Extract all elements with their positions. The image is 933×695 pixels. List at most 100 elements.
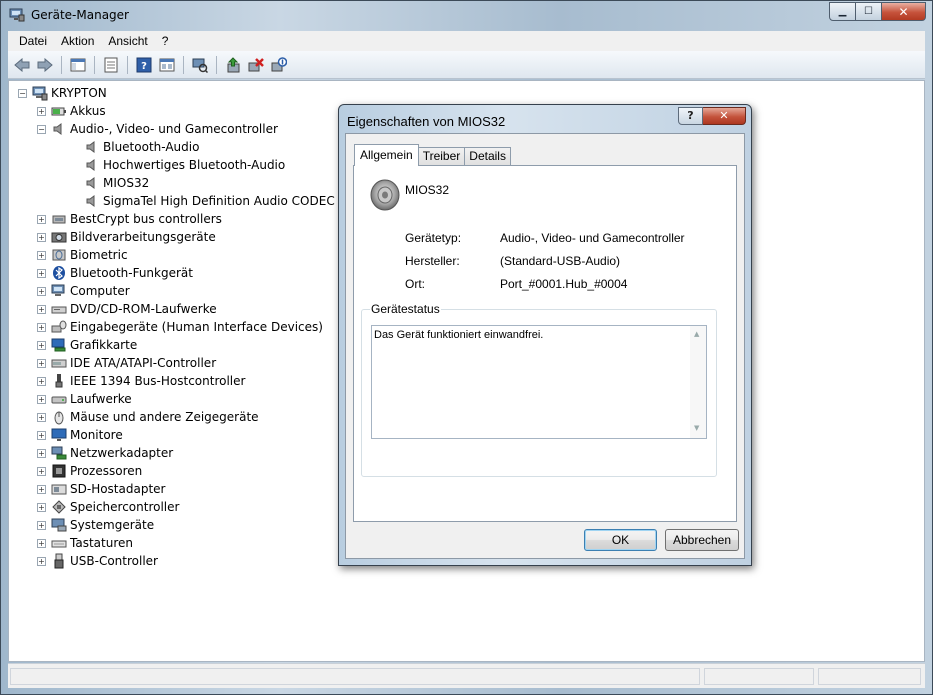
tree-item[interactable]: + Bluetooth-Funkgerät bbox=[18, 264, 335, 282]
scroll-down-icon[interactable]: ▼ bbox=[694, 424, 699, 432]
tree-item[interactable]: + Grafikkarte bbox=[18, 336, 335, 354]
tree-item[interactable]: Bluetooth-Audio bbox=[18, 138, 335, 156]
device-status-group: Gerätestatus Das Gerät funktioniert einw… bbox=[361, 302, 717, 477]
tree-item-label: BestCrypt bus controllers bbox=[70, 212, 222, 226]
expand-toggle[interactable]: + bbox=[37, 268, 46, 278]
tree-item-label: Prozessoren bbox=[70, 464, 143, 478]
expand-toggle[interactable]: + bbox=[37, 556, 46, 566]
tree-item-label: Bluetooth-Funkgerät bbox=[70, 266, 193, 280]
expand-toggle[interactable]: + bbox=[37, 448, 46, 458]
dialog-title: Eigenschaften von MIOS32 bbox=[347, 114, 506, 129]
tree-item[interactable]: + Netzwerkadapter bbox=[18, 444, 335, 462]
tree-item-label: Tastaturen bbox=[70, 536, 133, 550]
caption-buttons: ▁ ☐ ✕ bbox=[829, 2, 926, 21]
expand-toggle[interactable]: + bbox=[37, 214, 46, 224]
tree-item[interactable]: + IDE ATA/ATAPI-Controller bbox=[18, 354, 335, 372]
expand-toggle[interactable]: + bbox=[37, 376, 46, 386]
tree-item[interactable]: + USB-Controller bbox=[18, 552, 335, 570]
device-name: MIOS32 bbox=[405, 183, 450, 197]
menu-ansicht[interactable]: Ansicht bbox=[101, 34, 154, 48]
update-driver-button[interactable] bbox=[223, 55, 243, 75]
tree-item[interactable]: + Laufwerke bbox=[18, 390, 335, 408]
expand-toggle[interactable]: + bbox=[37, 538, 46, 548]
tree-item-label: Computer bbox=[70, 284, 130, 298]
tree-item[interactable]: + Akkus bbox=[18, 102, 335, 120]
expand-toggle[interactable]: + bbox=[37, 484, 46, 494]
minimize-button[interactable]: ▁ bbox=[829, 2, 856, 21]
properties-button[interactable] bbox=[101, 55, 121, 75]
menu-datei[interactable]: Datei bbox=[12, 34, 54, 48]
expand-toggle[interactable]: + bbox=[37, 430, 46, 440]
dialog-close-button[interactable]: ✕ bbox=[703, 107, 746, 125]
view-button[interactable] bbox=[157, 55, 177, 75]
ok-button[interactable]: OK bbox=[584, 529, 657, 551]
tree-item[interactable]: MIOS32 bbox=[18, 174, 335, 192]
expand-toggle[interactable]: + bbox=[37, 502, 46, 512]
tree-item[interactable]: Hochwertiges Bluetooth-Audio bbox=[18, 156, 335, 174]
expand-toggle[interactable]: + bbox=[37, 466, 46, 476]
scan-hardware-icon bbox=[192, 58, 208, 73]
speaker-icon bbox=[84, 193, 100, 209]
expand-toggle[interactable]: + bbox=[37, 232, 46, 242]
tree-item[interactable]: + Prozessoren bbox=[18, 462, 335, 480]
help-toolbar-button[interactable]: ? bbox=[134, 55, 154, 75]
computer-icon bbox=[51, 283, 67, 299]
uninstall-button[interactable] bbox=[246, 55, 266, 75]
tree-item[interactable]: + BestCrypt bus controllers bbox=[18, 210, 335, 228]
tree-item[interactable]: + Tastaturen bbox=[18, 534, 335, 552]
tree-item[interactable]: + Bildverarbeitungsgeräte bbox=[18, 228, 335, 246]
scroll-up-icon[interactable]: ▲ bbox=[694, 330, 699, 338]
expand-toggle[interactable]: + bbox=[37, 412, 46, 422]
expand-toggle[interactable]: + bbox=[37, 286, 46, 296]
device-status-text: Das Gerät funktioniert einwandfrei. bbox=[374, 329, 544, 341]
close-button[interactable]: ✕ bbox=[882, 2, 926, 21]
tree-item[interactable]: + Eingabegeräte (Human Interface Devices) bbox=[18, 318, 335, 336]
maximize-button[interactable]: ☐ bbox=[856, 2, 882, 21]
console-tree-button[interactable] bbox=[68, 55, 88, 75]
toolbar-separator bbox=[61, 55, 62, 74]
svg-text:?: ? bbox=[141, 61, 147, 72]
dialog-help-button[interactable]: ? bbox=[678, 107, 703, 125]
forward-button[interactable] bbox=[35, 55, 55, 75]
menu-help[interactable]: ? bbox=[155, 34, 176, 48]
tree-root[interactable]: − KRYPTON bbox=[18, 84, 335, 102]
tab-details[interactable]: Details bbox=[464, 147, 511, 166]
menu-aktion[interactable]: Aktion bbox=[54, 34, 101, 48]
expand-toggle[interactable]: + bbox=[37, 520, 46, 530]
tree-item[interactable]: SigmaTel High Definition Audio CODEC bbox=[18, 192, 335, 210]
properties-icon bbox=[104, 57, 118, 72]
collapse-toggle[interactable]: − bbox=[18, 88, 27, 98]
maximize-icon: ☐ bbox=[864, 6, 873, 17]
expand-toggle[interactable]: + bbox=[37, 304, 46, 314]
expand-toggle[interactable]: + bbox=[37, 358, 46, 368]
collapse-toggle[interactable]: − bbox=[37, 124, 46, 134]
cancel-button[interactable]: Abbrechen bbox=[665, 529, 739, 551]
tree-item[interactable]: + Monitore bbox=[18, 426, 335, 444]
expand-toggle[interactable]: + bbox=[37, 322, 46, 332]
tree-item[interactable]: + IEEE 1394 Bus-Hostcontroller bbox=[18, 372, 335, 390]
scan-hardware-button[interactable] bbox=[190, 55, 210, 75]
tree-item-label: DVD/CD-ROM-Laufwerke bbox=[70, 302, 217, 316]
tree-item[interactable]: + Biometric bbox=[18, 246, 335, 264]
device-status-legend: Gerätestatus bbox=[370, 302, 441, 316]
tree-item[interactable]: + Computer bbox=[18, 282, 335, 300]
expand-toggle[interactable]: + bbox=[37, 394, 46, 404]
tree-item[interactable]: − Audio-, Video- und Gamecontroller bbox=[18, 120, 335, 138]
disable-button[interactable] bbox=[269, 55, 289, 75]
expand-toggle[interactable]: + bbox=[37, 340, 46, 350]
tree-item[interactable]: + Speichercontroller bbox=[18, 498, 335, 516]
status-scrollbar[interactable]: ▲ ▼ bbox=[690, 326, 706, 438]
device-status-textbox[interactable]: Das Gerät funktioniert einwandfrei. ▲ ▼ bbox=[371, 325, 707, 439]
sd-icon bbox=[51, 481, 67, 497]
tab-treiber[interactable]: Treiber bbox=[417, 147, 466, 166]
tree-item[interactable]: + SD-Hostadapter bbox=[18, 480, 335, 498]
tree-item[interactable]: + Mäuse und andere Zeigegeräte bbox=[18, 408, 335, 426]
expand-toggle[interactable]: + bbox=[37, 250, 46, 260]
title-bar[interactable]: Geräte-Manager ▁ ☐ ✕ bbox=[1, 1, 932, 31]
tree-item[interactable]: + Systemgeräte bbox=[18, 516, 335, 534]
back-button[interactable] bbox=[12, 55, 32, 75]
tree-item[interactable]: + DVD/CD-ROM-Laufwerke bbox=[18, 300, 335, 318]
usb-icon bbox=[51, 553, 67, 569]
tab-allgemein[interactable]: Allgemein bbox=[354, 144, 419, 166]
expand-toggle[interactable]: + bbox=[37, 106, 46, 116]
